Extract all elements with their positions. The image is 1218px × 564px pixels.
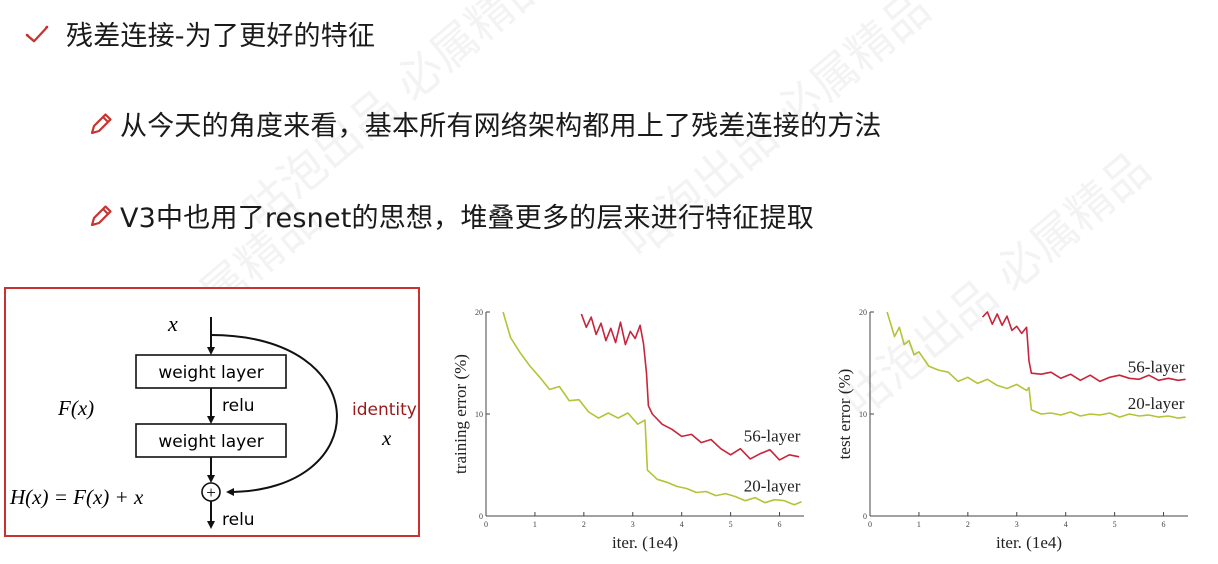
y-tick-label: 20 bbox=[859, 308, 867, 317]
bullet-item: 从今天的角度来看，基本所有网络架构都用上了残差连接的方法 bbox=[88, 104, 882, 143]
x-tick-label: 1 bbox=[533, 520, 537, 529]
x-tick-label: 2 bbox=[966, 520, 970, 529]
x-tick-label: 6 bbox=[1162, 520, 1166, 529]
series-label: 56-layer bbox=[744, 427, 801, 446]
y-tick-label: 10 bbox=[859, 410, 867, 419]
x-tick-label: 6 bbox=[778, 520, 782, 529]
y-tick-label: 0 bbox=[479, 512, 483, 521]
pencil-icon bbox=[88, 203, 114, 229]
x-tick-label: 0 bbox=[868, 520, 872, 529]
weight-layer-label-1: weight layer bbox=[158, 363, 263, 383]
y-axis-label: test error (%) bbox=[835, 369, 854, 460]
series-label: 56-layer bbox=[1128, 357, 1185, 376]
x-axis-label: iter. (1e4) bbox=[996, 533, 1062, 552]
x-tick-label: 0 bbox=[484, 520, 488, 529]
heading-text: 残差连接-为了更好的特征 bbox=[66, 21, 376, 52]
x-tick-label: 4 bbox=[1064, 520, 1068, 529]
x-tick-label: 5 bbox=[1113, 520, 1117, 529]
series-label: 20-layer bbox=[1128, 394, 1185, 413]
sum-plus: + bbox=[206, 483, 216, 502]
identity-label: identity bbox=[352, 400, 417, 420]
hx-equation: H(x) = F(x) + x bbox=[9, 485, 144, 509]
bullet-text: 从今天的角度来看，基本所有网络架构都用上了残差连接的方法 bbox=[120, 111, 882, 142]
checkmark-icon bbox=[24, 23, 50, 45]
identity-x-label: x bbox=[381, 426, 392, 450]
heading-bullet: 残差连接-为了更好的特征 bbox=[24, 14, 375, 53]
x-tick-label: 3 bbox=[631, 520, 635, 529]
series-label: 20-layer bbox=[744, 477, 801, 496]
x-tick-label: 5 bbox=[729, 520, 733, 529]
relu-out-label: relu bbox=[222, 510, 255, 530]
input-x-label: x bbox=[167, 311, 178, 336]
x-tick-label: 1 bbox=[917, 520, 921, 529]
bullet-item: V3中也用了resnet的思想，堆叠更多的层来进行特征提取 bbox=[88, 196, 814, 235]
fx-label: F(x) bbox=[57, 396, 94, 420]
y-axis-label: training error (%) bbox=[451, 354, 470, 474]
pencil-icon bbox=[88, 111, 114, 137]
weight-layer-label-2: weight layer bbox=[158, 432, 263, 452]
relu-mid-label: relu bbox=[222, 396, 255, 416]
y-tick-label: 0 bbox=[863, 512, 867, 521]
x-tick-label: 4 bbox=[680, 520, 684, 529]
bullet-text: V3中也用了resnet的思想，堆叠更多的层来进行特征提取 bbox=[120, 203, 814, 234]
test-error-chart: 0 1 2 3 4 5 6 0 10 20 iter. (1e4) test error (%) 56-… bbox=[830, 300, 1200, 558]
x-axis-label: iter. (1e4) bbox=[612, 533, 678, 552]
residual-block-diagram: x weight layer relu F(x) weight layer id… bbox=[4, 287, 420, 537]
training-error-chart: 0 1 2 3 4 5 6 0 10 20 iter. (1e4) training error (%… bbox=[446, 300, 816, 558]
y-tick-label: 10 bbox=[475, 410, 483, 419]
y-tick-label: 20 bbox=[475, 308, 483, 317]
x-tick-label: 2 bbox=[582, 520, 586, 529]
x-tick-label: 3 bbox=[1015, 520, 1019, 529]
